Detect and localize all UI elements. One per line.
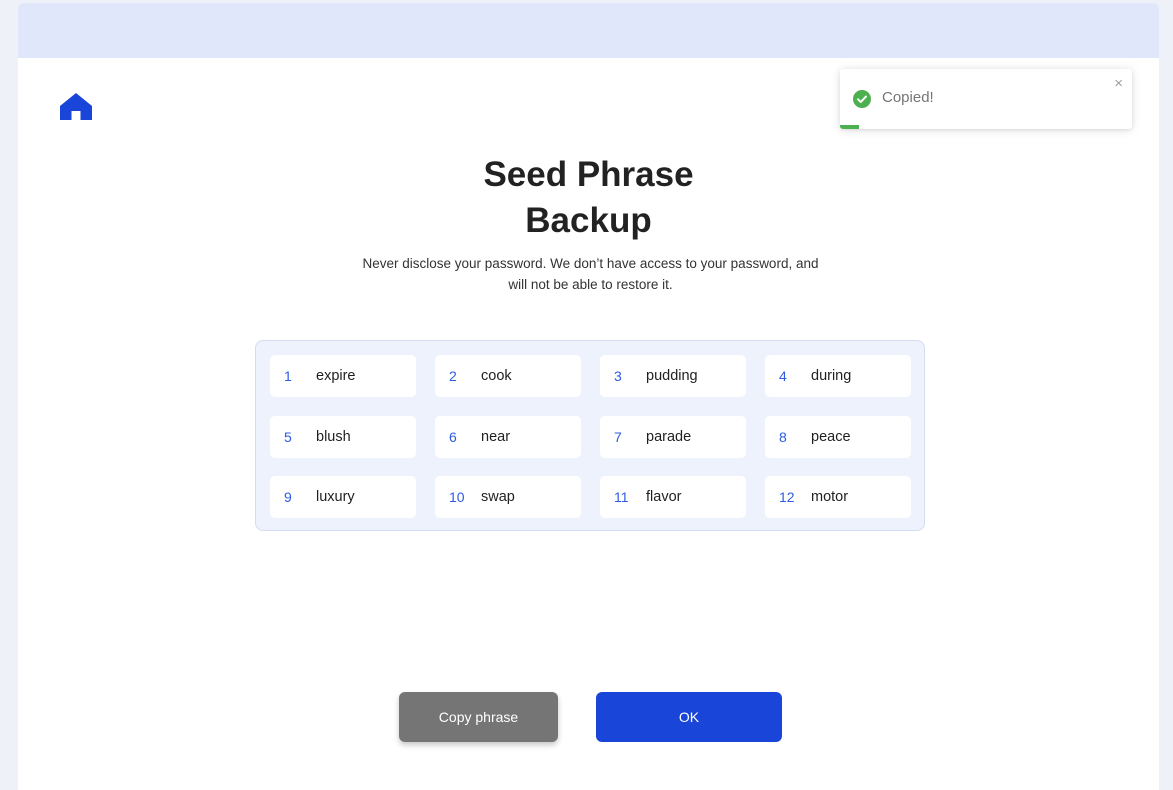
seed-word-5: 5 blush xyxy=(270,416,416,458)
seed-word-10: 10 swap xyxy=(435,476,581,518)
seed-word-12: 12 motor xyxy=(765,476,911,518)
seed-word-text: flavor xyxy=(646,489,682,505)
check-circle-icon xyxy=(853,90,871,108)
seed-word-11: 11 flavor xyxy=(600,476,746,518)
seed-word-8: 8 peace xyxy=(765,416,911,458)
close-icon[interactable]: × xyxy=(1114,76,1123,91)
seed-word-index: 2 xyxy=(449,368,457,384)
seed-word-text: peace xyxy=(811,429,851,445)
seed-word-text: near xyxy=(481,429,511,445)
seed-word-6: 6 near xyxy=(435,416,581,458)
seed-word-index: 5 xyxy=(284,429,292,445)
seed-word-4: 4 during xyxy=(765,355,911,397)
page-title-line-2: Backup xyxy=(525,201,652,240)
home-icon[interactable] xyxy=(58,90,94,124)
seed-word-text: cook xyxy=(481,368,512,384)
seed-word-text: expire xyxy=(316,368,356,384)
copied-toast: Copied! × xyxy=(840,69,1132,129)
toast-progress-bar xyxy=(840,125,859,129)
seed-word-index: 1 xyxy=(284,368,292,384)
seed-word-text: motor xyxy=(811,489,849,505)
seed-word-text: luxury xyxy=(316,489,355,505)
seed-word-text: blush xyxy=(316,429,351,445)
seed-word-text: during xyxy=(811,368,852,384)
seed-word-index: 11 xyxy=(614,489,629,505)
seed-word-index: 7 xyxy=(614,429,622,445)
toast-message: Copied! xyxy=(882,89,934,106)
seed-word-index: 10 xyxy=(449,489,465,505)
seed-word-text: parade xyxy=(646,429,692,445)
seed-word-1: 1 expire xyxy=(270,355,416,397)
seed-word-2: 2 cook xyxy=(435,355,581,397)
seed-word-index: 4 xyxy=(779,368,787,384)
seed-word-index: 6 xyxy=(449,429,457,445)
page-title: Seed Phrase Backup xyxy=(18,152,1159,244)
ok-button[interactable]: OK xyxy=(596,692,782,742)
seed-phrase-grid: 1 expire 2 cook 3 pudding 4 during 5 blu… xyxy=(255,340,925,531)
seed-word-7: 7 parade xyxy=(600,416,746,458)
seed-word-text: pudding xyxy=(646,368,698,384)
app-window: Copied! × Seed Phrase Backup Never discl… xyxy=(18,3,1159,790)
seed-word-text: swap xyxy=(481,489,515,505)
page-subtitle: Never disclose your password. We don’t h… xyxy=(362,256,819,292)
seed-word-index: 8 xyxy=(779,429,787,445)
copy-phrase-button[interactable]: Copy phrase xyxy=(399,692,558,742)
seed-word-9: 9 luxury xyxy=(270,476,416,518)
top-bar xyxy=(18,3,1159,58)
seed-word-3: 3 pudding xyxy=(600,355,746,397)
page-title-line-1: Seed Phrase xyxy=(483,155,694,194)
seed-word-index: 12 xyxy=(779,489,795,505)
seed-word-index: 3 xyxy=(614,368,622,384)
seed-word-index: 9 xyxy=(284,489,292,505)
